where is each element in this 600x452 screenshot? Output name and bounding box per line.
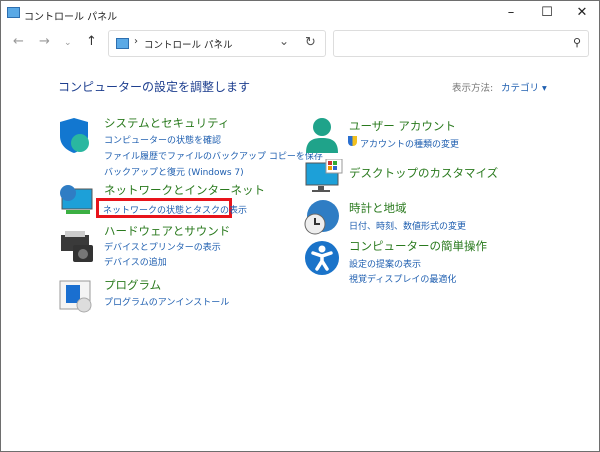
breadcrumb-sep: › [215, 36, 219, 47]
window-title: コントロール パネル [24, 12, 118, 23]
clock-region-icon [304, 200, 339, 235]
link-add-device[interactable]: デバイスの追加 [104, 255, 167, 268]
up-button[interactable]: ↑ [86, 34, 97, 49]
user-icon [306, 118, 338, 153]
category-programs[interactable]: プログラム [104, 277, 161, 293]
link-network-status[interactable]: ネットワークの状態とタスクの表示 [103, 203, 247, 216]
address-bar[interactable]: › コントロール パネル › ⌄ ↻ [108, 30, 326, 57]
category-desktop-customize[interactable]: デスクトップのカスタマイズ [349, 165, 498, 181]
link-date-time-format[interactable]: 日付、時刻、数値形式の変更 [349, 219, 466, 232]
forward-button[interactable]: → [39, 34, 50, 49]
control-panel-icon [7, 7, 20, 18]
category-hardware-sound[interactable]: ハードウェアとサウンド [104, 223, 230, 239]
accessibility-icon [305, 241, 339, 275]
search-icon: ⚲ [572, 36, 581, 49]
recent-dropdown[interactable]: ⌄ [64, 38, 72, 48]
link-file-history[interactable]: ファイル履歴でファイルのバックアップ コピーを保存 [104, 149, 323, 162]
view-by-dropdown[interactable]: カテゴリ ▾ [501, 80, 547, 94]
view-by-label: 表示方法: [452, 83, 494, 94]
link-optimize-display[interactable]: 視覚ディスプレイの最適化 [349, 272, 456, 285]
category-clock-region[interactable]: 時計と地域 [349, 200, 407, 216]
link-change-account-type[interactable]: アカウントの種類の変更 [360, 137, 459, 150]
category-user-accounts[interactable]: ユーザー アカウント [349, 118, 456, 134]
address-dropdown-icon[interactable]: ⌄ [279, 34, 289, 48]
uac-shield-icon [348, 136, 357, 146]
category-ease-of-access[interactable]: コンピューターの簡単操作 [349, 238, 487, 254]
close-button[interactable]: ✕ [569, 5, 595, 20]
back-button[interactable]: ← [13, 34, 24, 49]
page-title: コンピューターの設定を調整します [58, 80, 251, 94]
printer-icon [61, 231, 93, 262]
link-uninstall-program[interactable]: プログラムのアンインストール [104, 295, 229, 308]
link-backup-restore[interactable]: バックアップと復元 (Windows 7) [104, 165, 244, 178]
network-icon [60, 185, 93, 214]
link-suggested-settings[interactable]: 設定の提案の表示 [349, 257, 421, 270]
category-network-internet[interactable]: ネットワークとインターネット [104, 182, 265, 198]
programs-icon [59, 280, 92, 313]
control-panel-window: コントロール パネル – ☐ ✕ ← → ⌄ ↑ › コントロール パネル › … [1, 1, 599, 451]
minimize-button[interactable]: – [498, 5, 524, 20]
breadcrumb-sep: › [134, 36, 138, 47]
link-check-status[interactable]: コンピューターの状態を確認 [104, 133, 221, 146]
search-input[interactable]: ⚲ [333, 30, 589, 57]
control-panel-icon [116, 38, 129, 49]
link-devices-printers[interactable]: デバイスとプリンターの表示 [104, 240, 221, 253]
refresh-icon[interactable]: ↻ [305, 35, 316, 50]
category-system-security[interactable]: システムとセキュリティ [104, 115, 229, 131]
desktop-customize-icon [305, 159, 343, 192]
breadcrumb-control-panel[interactable]: コントロール パネル [144, 37, 233, 51]
maximize-button[interactable]: ☐ [534, 5, 560, 20]
shield-icon [60, 118, 89, 153]
